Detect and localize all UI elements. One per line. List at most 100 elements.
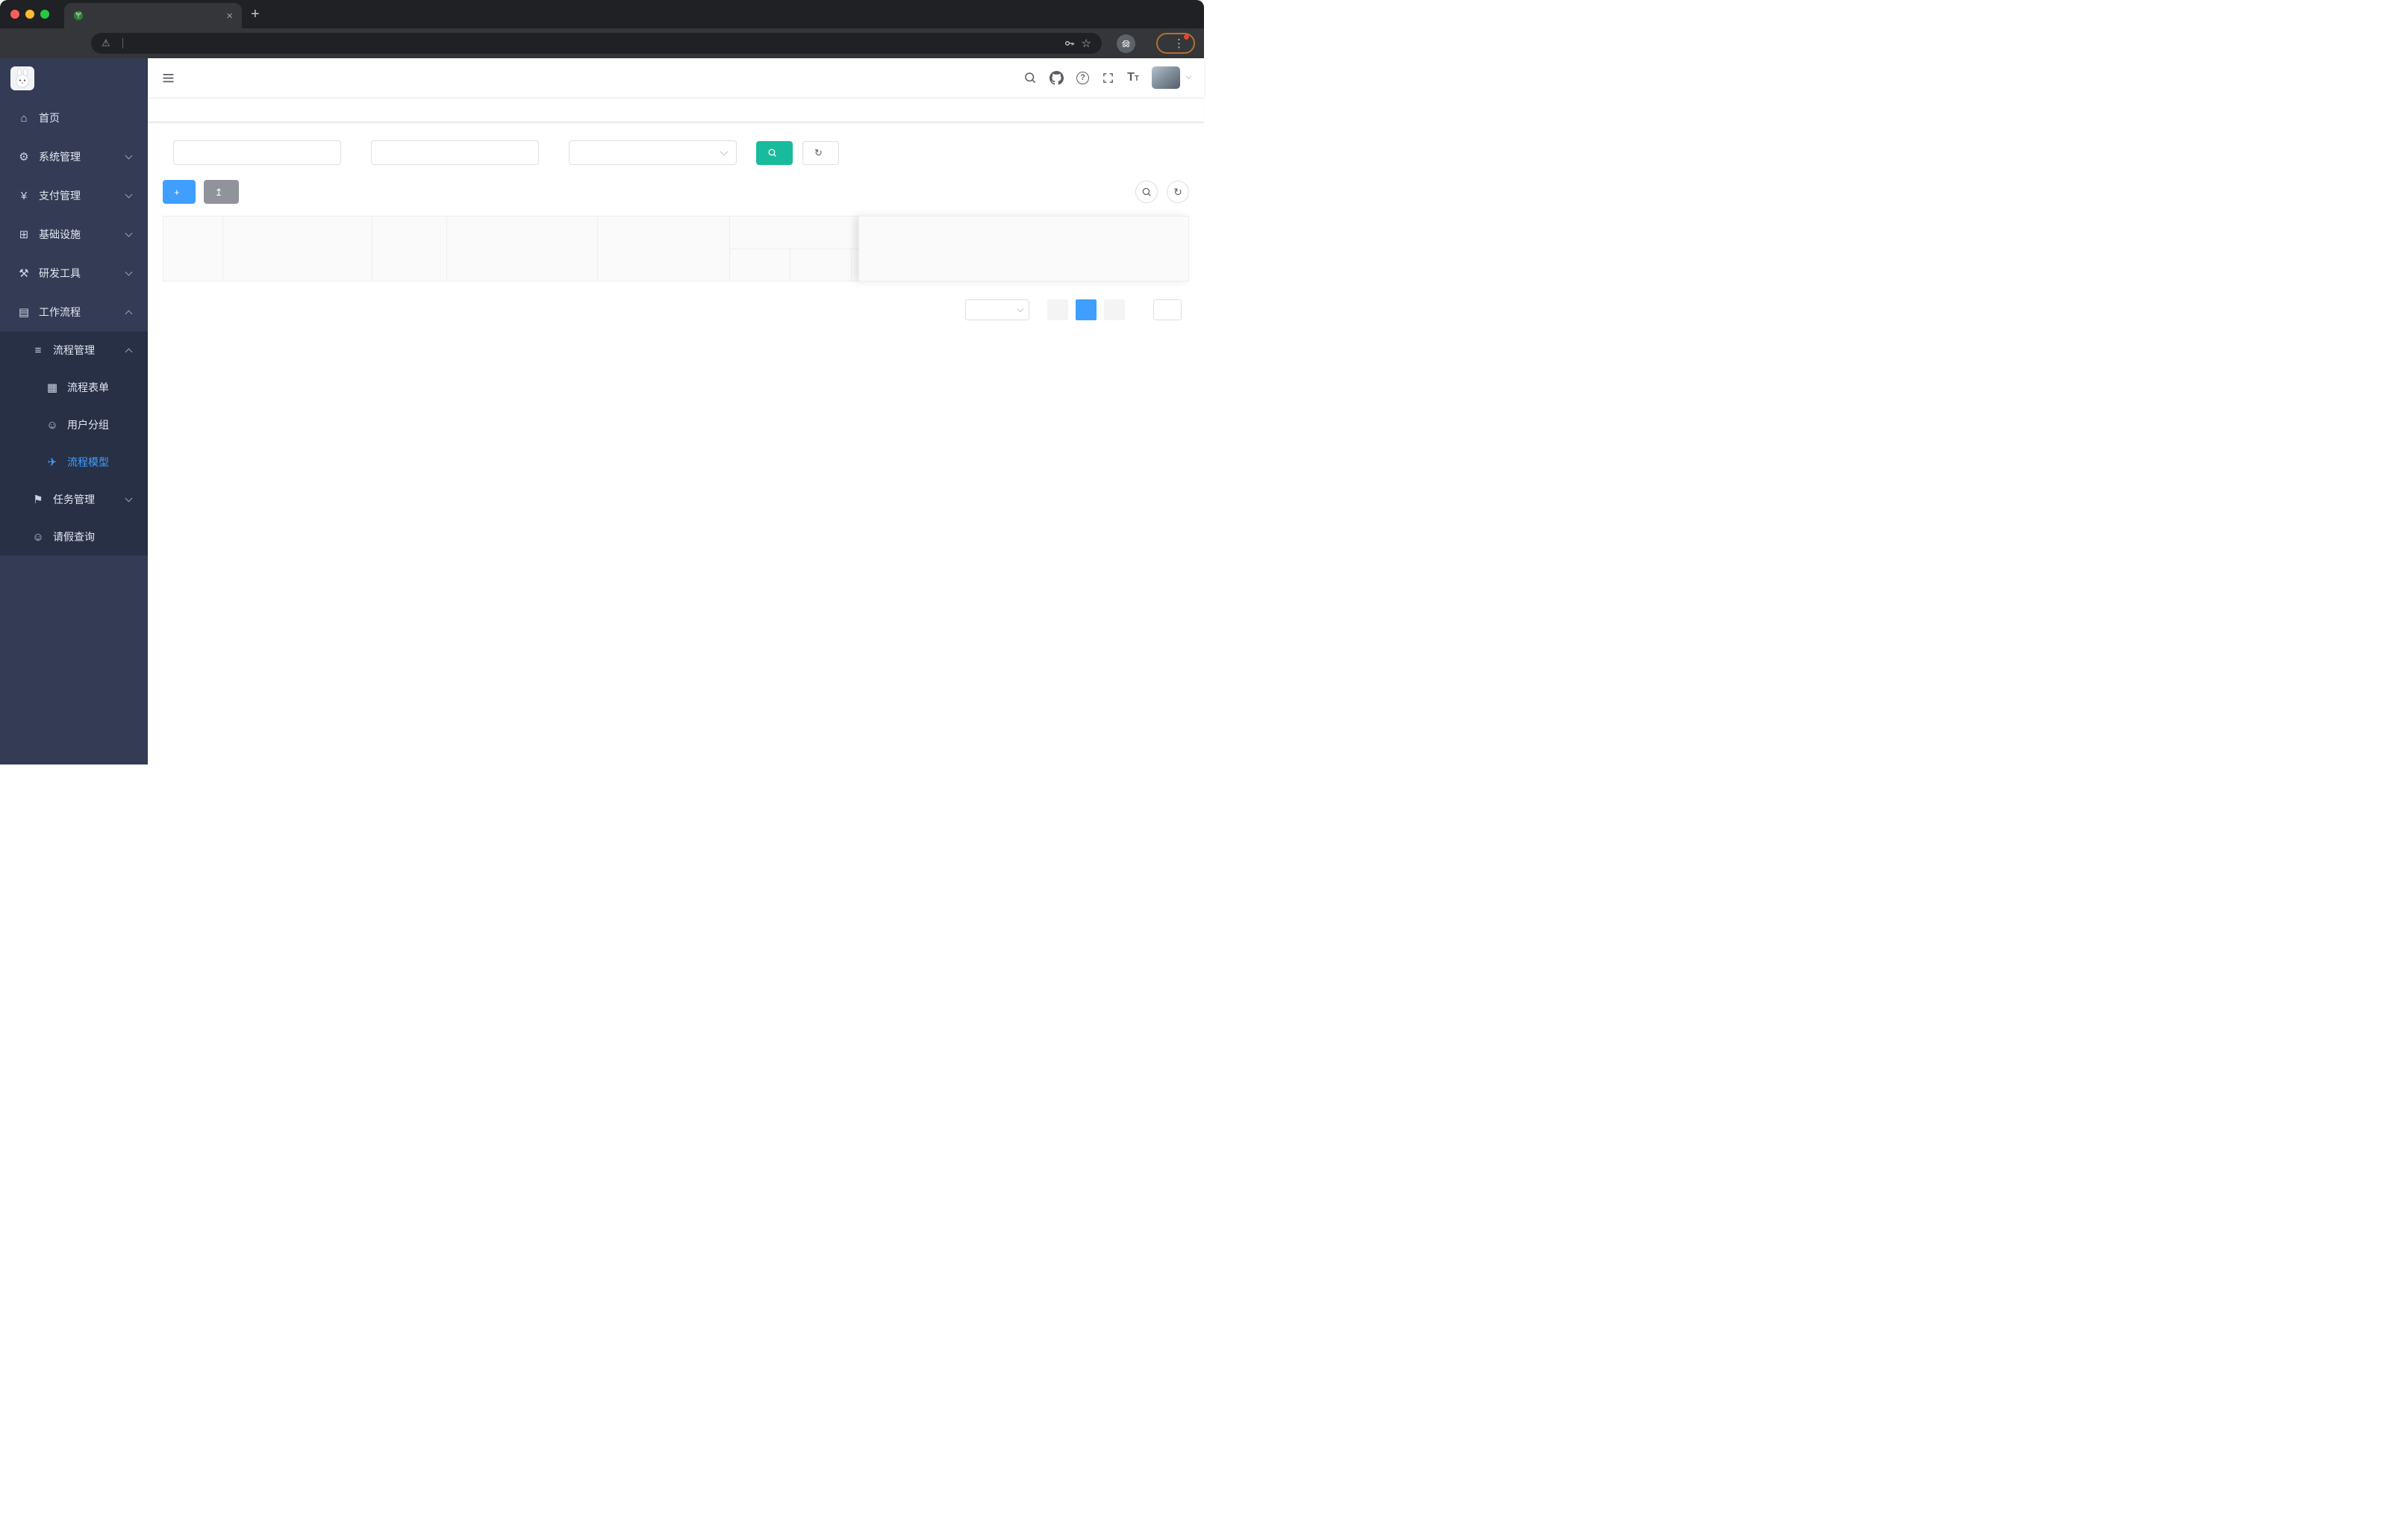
pagination [163, 299, 1189, 320]
col-header-actions [859, 217, 1188, 281]
sidebar-item-devtools[interactable]: ⚒ 研发工具 [0, 254, 148, 293]
app-frame: ⌂ 首页 ⚙ 系统管理 ¥ 支付管理 ⊞ 基础设施 ⚒ 研发工具 ▤ 工作流程 ≡ 流程管理 ▦ 流程表单 ☺ 用… [0, 58, 1204, 764]
sidebar-item-process-form[interactable]: ▦ 流程表单 [0, 369, 148, 406]
sidebar-menu: ⌂ 首页 ⚙ 系统管理 ¥ 支付管理 ⊞ 基础设施 ⚒ 研发工具 ▤ 工作流程 ≡ 流程管理 ▦ 流程表单 ☺ 用… [0, 99, 148, 555]
table-tools: ↻ [1135, 181, 1189, 203]
key-icon[interactable] [1064, 37, 1076, 49]
app-logo[interactable] [0, 58, 148, 99]
sidebar-item-label: 请假查询 [53, 531, 95, 543]
flag-icon: ⚑ [33, 493, 43, 506]
search-icon[interactable] [1023, 71, 1037, 84]
user-icon: ☺ [32, 530, 44, 544]
sidebar-item-infrastructure[interactable]: ⊞ 基础设施 [0, 215, 148, 254]
import-process-button[interactable]: ↥ [203, 180, 239, 204]
incognito-icon [1117, 34, 1135, 53]
sidebar-item-task-mgmt[interactable]: ⚑ 任务管理 [0, 481, 148, 518]
table-toolbar: + ↥ ↻ [163, 180, 1189, 204]
reload-button[interactable] [60, 32, 82, 55]
avatar[interactable] [1152, 66, 1180, 89]
tab-favicon [73, 10, 84, 21]
query-form: ↻ [163, 140, 1189, 165]
sidebar-item-home[interactable]: ⌂ 首页 [0, 99, 148, 137]
help-icon[interactable]: ? [1076, 71, 1090, 84]
field-process-category [558, 140, 737, 165]
font-size-icon[interactable]: TT [1127, 71, 1139, 84]
close-window-button[interactable] [10, 10, 19, 19]
col-header-active [790, 249, 852, 281]
prev-page-button[interactable] [1047, 299, 1068, 320]
address-bar[interactable]: ⚠ ☆ [91, 33, 1102, 54]
chevron-up-icon [125, 310, 133, 317]
chevron-down-icon [125, 494, 133, 502]
minimize-window-button[interactable] [25, 10, 34, 19]
process-key-input[interactable] [173, 140, 341, 165]
sidebar-item-leave-query[interactable]: ☺ 请假查询 [0, 518, 148, 555]
col-header-category [372, 216, 447, 281]
col-header-version [729, 249, 790, 281]
incognito-badge [1111, 34, 1147, 53]
plus-icon: + [174, 186, 180, 198]
browser-tabstrip: × + [0, 0, 1204, 28]
reset-button[interactable]: ↻ [802, 140, 839, 165]
goto-page-input[interactable] [1153, 299, 1182, 320]
main-area: ? TT ↻ + ↥ ↻ [148, 58, 1204, 764]
list-icon: ≡ [34, 343, 42, 357]
sidebar-item-workflow[interactable]: ▤ 工作流程 [0, 293, 148, 331]
sidebar-item-label: 支付管理 [39, 190, 81, 202]
chevron-down-icon [720, 147, 729, 156]
fullscreen-icon[interactable] [1102, 72, 1114, 84]
browser-update-chip[interactable]: ⋮ [1156, 33, 1195, 54]
sidebar-item-user-group[interactable]: ☺ 用户分组 [0, 406, 148, 443]
rabbit-logo-icon [10, 66, 34, 90]
sidebar-item-label: 用户分组 [67, 419, 109, 431]
sidebar-item-label: 系统管理 [39, 151, 81, 163]
sidebar-item-label: 首页 [39, 112, 60, 124]
gear-icon: ⚙ [19, 151, 29, 164]
sidebar-item-system[interactable]: ⚙ 系统管理 [0, 137, 148, 176]
sidebar-item-label: 任务管理 [53, 493, 95, 505]
avatar-caret-icon [1185, 73, 1192, 80]
field-process-key [163, 140, 341, 165]
sidebar: ⌂ 首页 ⚙ 系统管理 ¥ 支付管理 ⊞ 基础设施 ⚒ 研发工具 ▤ 工作流程 ≡ 流程管理 ▦ 流程表单 ☺ 用… [0, 58, 148, 764]
sidebar-item-label: 流程管理 [53, 344, 95, 356]
page-size-select[interactable] [965, 299, 1029, 320]
field-process-name [361, 140, 539, 165]
window-controls [10, 10, 49, 19]
yen-icon: ¥ [20, 189, 28, 202]
app-navbar: ? TT [148, 58, 1204, 97]
create-process-button[interactable]: + [163, 180, 196, 204]
col-header-form [446, 216, 598, 281]
tab-close-icon[interactable]: × [226, 10, 233, 22]
toggle-search-icon[interactable] [1135, 181, 1158, 203]
next-page-button[interactable] [1104, 299, 1125, 320]
refresh-table-icon[interactable]: ↻ [1167, 181, 1189, 203]
sidebar-item-label: 工作流程 [39, 306, 81, 318]
hamburger-icon[interactable] [161, 71, 175, 85]
process-name-input[interactable] [371, 140, 539, 165]
tools-icon: ⚒ [19, 267, 29, 280]
page-1-button[interactable] [1076, 299, 1097, 320]
chevron-down-icon [125, 229, 133, 237]
sidebar-item-payment[interactable]: ¥ 支付管理 [0, 176, 148, 215]
browser-tab[interactable]: × [64, 3, 242, 28]
sidebar-item-process-model[interactable]: ✈ 流程模型 [0, 443, 148, 481]
category-select[interactable] [569, 140, 737, 165]
search-button[interactable] [756, 140, 793, 165]
infrastructure-icon: ⊞ [19, 228, 29, 241]
home-icon: ⌂ [20, 111, 28, 125]
chevron-down-icon [1017, 305, 1024, 313]
sidebar-item-label: 流程表单 [67, 382, 109, 393]
zoom-window-button[interactable] [40, 10, 49, 19]
new-tab-button[interactable]: + [251, 6, 260, 23]
forward-button[interactable] [34, 32, 57, 55]
refresh-icon: ↻ [814, 147, 823, 158]
col-header-name [222, 216, 372, 281]
sidebar-item-label: 研发工具 [39, 267, 81, 279]
document-icon: ▦ [46, 382, 58, 394]
browser-menu-icon[interactable]: ⋮ [1172, 34, 1189, 50]
github-icon[interactable] [1049, 70, 1064, 85]
bookmark-star-icon[interactable]: ☆ [1082, 37, 1091, 50]
sidebar-item-process-mgmt[interactable]: ≡ 流程管理 [0, 331, 148, 369]
chevron-up-icon [125, 348, 133, 355]
back-button[interactable] [9, 32, 31, 55]
